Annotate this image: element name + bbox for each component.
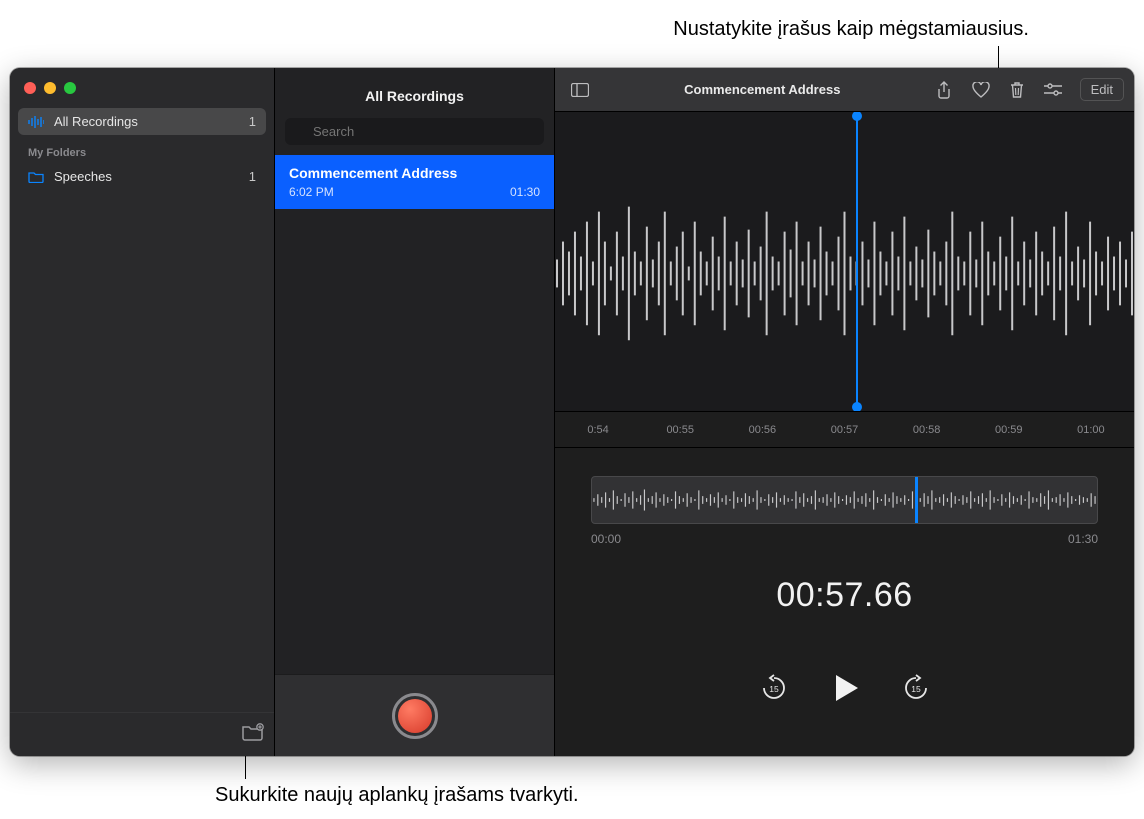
playhead[interactable]	[856, 112, 858, 411]
toolbar-title: Commencement Address	[595, 82, 930, 97]
ruler-tick: 00:58	[886, 424, 968, 436]
ruler-tick: 00:57	[803, 424, 885, 436]
skip-back-button[interactable]: 15	[760, 674, 788, 707]
ruler-tick: 00:55	[639, 424, 721, 436]
sidebar-item-count: 1	[249, 114, 256, 129]
recording-duration: 01:30	[510, 185, 540, 199]
ruler-tick: 01:00	[1050, 424, 1132, 436]
toolbar: Commencement Address Edit	[555, 68, 1134, 112]
edit-button[interactable]: Edit	[1080, 78, 1124, 101]
sidebar-item-all-recordings[interactable]: All Recordings 1	[18, 108, 266, 135]
time-ruler: 0:54 00:55 00:56 00:57 00:58 00:59 01:00	[555, 412, 1134, 448]
sidebar-item-folder[interactable]: Speeches 1	[18, 163, 266, 190]
overview-start-time: 00:00	[591, 532, 621, 546]
fullscreen-window-button[interactable]	[64, 82, 76, 94]
close-window-button[interactable]	[24, 82, 36, 94]
overview-playhead[interactable]	[915, 476, 918, 524]
settings-button[interactable]	[1038, 79, 1068, 101]
delete-button[interactable]	[1004, 77, 1030, 103]
ruler-tick: 0:54	[557, 424, 639, 436]
window-controls	[10, 68, 274, 104]
svg-text:15: 15	[769, 684, 779, 694]
recording-detail: Commencement Address Edit	[555, 68, 1134, 756]
callout-favorites: Nustatykite įrašus kaip mėgstamiausius.	[673, 18, 1029, 41]
toggle-sidebar-button[interactable]	[565, 79, 595, 101]
share-button[interactable]	[930, 77, 958, 103]
svg-text:15: 15	[911, 684, 921, 694]
ruler-tick: 00:56	[721, 424, 803, 436]
search-input[interactable]	[285, 118, 544, 145]
play-button[interactable]	[828, 671, 862, 710]
folder-icon	[28, 171, 46, 183]
sidebar-item-label: All Recordings	[54, 114, 138, 129]
skip-forward-button[interactable]: 15	[902, 674, 930, 707]
recording-time: 6:02 PM	[289, 185, 334, 199]
ruler-tick: 00:59	[968, 424, 1050, 436]
sidebar: All Recordings 1 My Folders Speeches 1	[10, 68, 275, 756]
sidebar-item-count: 1	[249, 169, 256, 184]
sidebar-item-label: Speeches	[54, 169, 112, 184]
recordings-list: All Recordings Commencement Address 6:02…	[275, 68, 555, 756]
overview-waveform[interactable]	[591, 476, 1098, 524]
new-folder-button[interactable]	[242, 723, 264, 746]
recording-name: Commencement Address	[289, 165, 540, 181]
sidebar-section-header: My Folders	[18, 135, 266, 163]
minimize-window-button[interactable]	[44, 82, 56, 94]
favorite-button[interactable]	[966, 78, 996, 102]
recording-list-item[interactable]: Commencement Address 6:02 PM 01:30	[275, 155, 554, 209]
callout-new-folder: Sukurkite naujų aplankų įrašams tvarkyti…	[215, 784, 579, 807]
current-time-display: 00:57.66	[776, 576, 912, 615]
record-button[interactable]	[392, 693, 438, 739]
voice-memos-window: All Recordings 1 My Folders Speeches 1 A…	[10, 68, 1134, 756]
overview-end-time: 01:30	[1068, 532, 1098, 546]
waveform-detail-view[interactable]	[555, 112, 1134, 412]
list-title: All Recordings	[275, 68, 554, 118]
waveform-icon	[28, 116, 46, 128]
